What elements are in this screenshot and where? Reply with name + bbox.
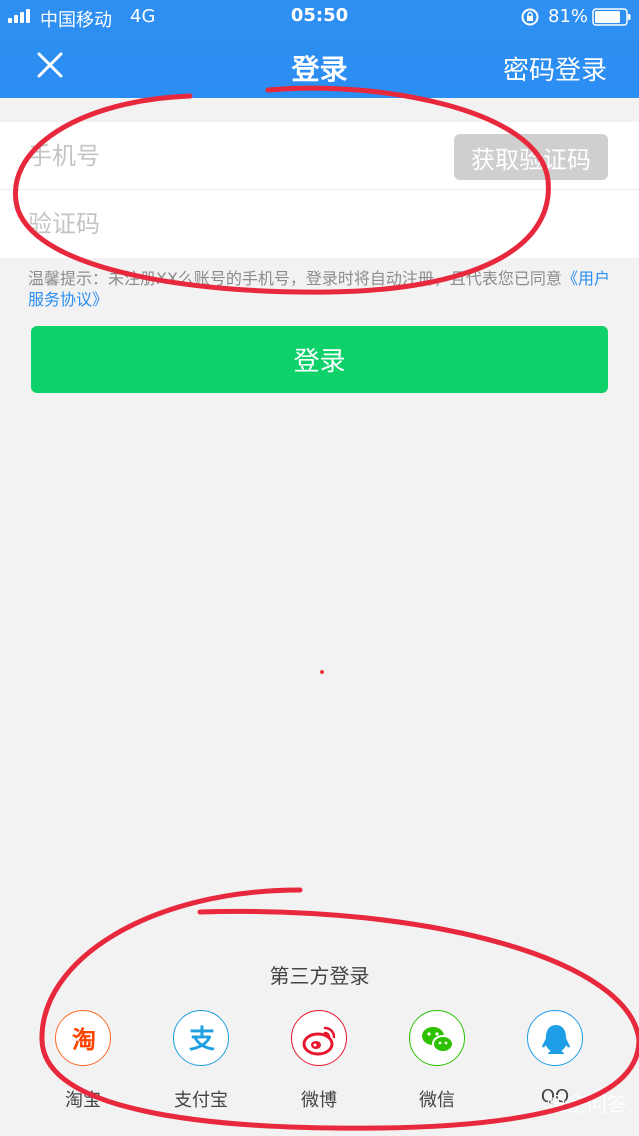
app-header: 中国移动 4G 05:50 81% 登录 密码登录 xyxy=(0,0,639,98)
provider-label: 支付宝 xyxy=(174,1090,228,1111)
third-party-providers: 淘 淘宝 支 支付宝 微博 微信 QQ xyxy=(0,1010,639,1111)
provider-taobao[interactable]: 淘 淘宝 xyxy=(33,1010,133,1111)
provider-label: 淘宝 xyxy=(65,1090,101,1111)
code-row xyxy=(0,190,639,258)
nav-bar: 登录 密码登录 xyxy=(0,34,639,98)
provider-alipay[interactable]: 支 支付宝 xyxy=(151,1010,251,1111)
third-party-title: 第三方登录 xyxy=(269,964,370,988)
status-bar: 中国移动 4G 05:50 81% xyxy=(0,0,639,34)
status-time: 05:50 xyxy=(290,5,349,26)
battery-percent: 81% xyxy=(548,6,589,27)
wechat-icon xyxy=(409,1010,465,1066)
provider-label: 微信 xyxy=(419,1090,455,1111)
get-code-button[interactable]: 获取验证码 xyxy=(454,134,608,180)
alipay-icon: 支 xyxy=(173,1010,229,1066)
provider-label: 微博 xyxy=(301,1090,337,1111)
qq-icon xyxy=(527,1010,583,1066)
login-form: 获取验证码 xyxy=(0,122,639,258)
watermark: 悟空问答 xyxy=(547,1092,627,1116)
tip-text: 温馨提示：未注册XX么账号的手机号，登录时将自动注册，且代表您已同意 xyxy=(28,269,562,288)
red-dot xyxy=(320,670,324,674)
login-button[interactable]: 登录 xyxy=(31,326,608,393)
phone-row: 获取验证码 xyxy=(0,122,639,190)
taobao-icon: 淘 xyxy=(55,1010,111,1066)
code-input[interactable] xyxy=(28,200,438,248)
password-login-link[interactable]: 密码登录 xyxy=(503,50,607,87)
rotation-lock-icon xyxy=(521,8,539,26)
battery-icon xyxy=(592,8,631,26)
phone-input[interactable] xyxy=(28,132,438,180)
taobao-glyph: 淘 xyxy=(72,1026,96,1054)
alipay-glyph: 支 xyxy=(189,1025,215,1055)
provider-weibo[interactable]: 微博 xyxy=(269,1010,369,1111)
registration-tip: 温馨提示：未注册XX么账号的手机号，登录时将自动注册，且代表您已同意《用户服务协… xyxy=(28,268,618,310)
weibo-icon xyxy=(291,1010,347,1066)
provider-wechat[interactable]: 微信 xyxy=(387,1010,487,1111)
